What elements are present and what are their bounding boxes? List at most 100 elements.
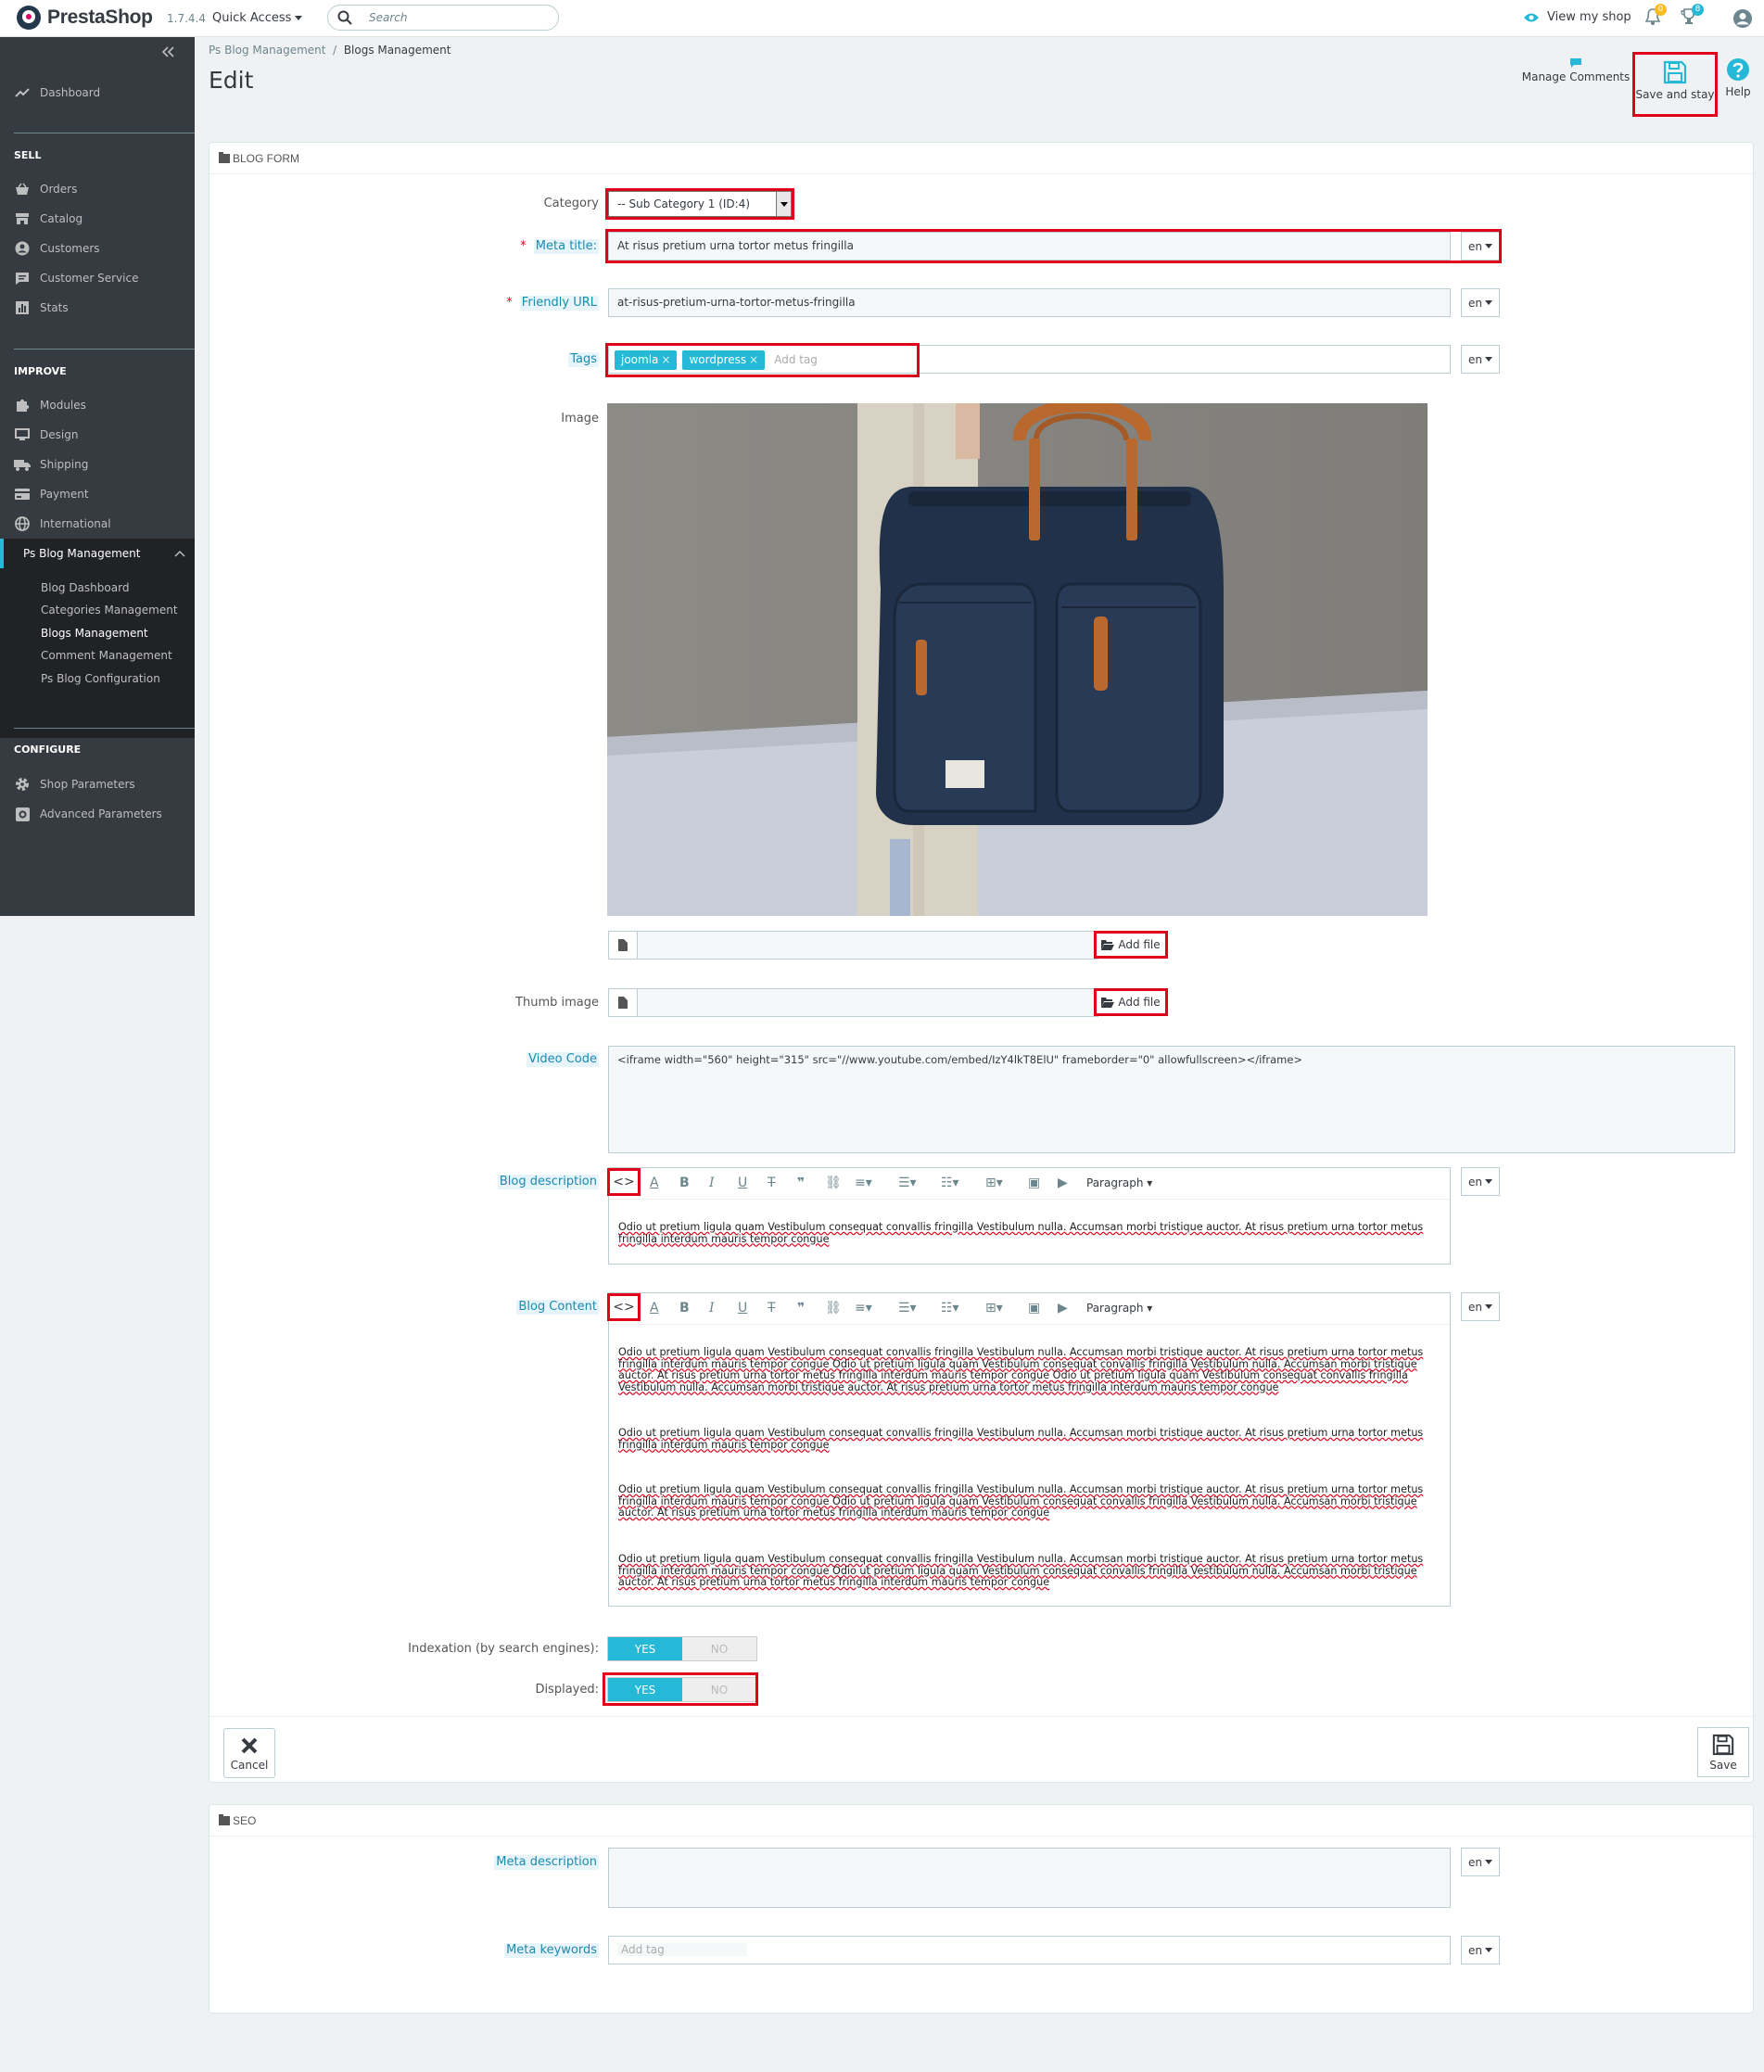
source-code-icon[interactable]: <> bbox=[607, 1168, 641, 1196]
align-left-icon[interactable]: ≡▾ bbox=[855, 1176, 872, 1190]
meta-keywords-lang-dropdown[interactable]: en bbox=[1461, 1936, 1500, 1964]
sidebar-item-customer-service[interactable]: Customer Service bbox=[0, 263, 195, 293]
submenu-comment-management[interactable]: Comment Management bbox=[41, 649, 172, 662]
sidebar-label-payment: Payment bbox=[40, 488, 89, 501]
cancel-button[interactable]: Cancel bbox=[223, 1728, 275, 1778]
help-button[interactable]: Help bbox=[1721, 57, 1755, 98]
description-text: Odio ut pretium ligula quam Vestibulum c… bbox=[618, 1221, 1424, 1245]
tags-lang-dropdown[interactable]: en bbox=[1461, 345, 1500, 374]
tag-remove-icon[interactable]: × bbox=[661, 353, 670, 366]
friendly-url-input[interactable]: at-risus-pretium-urna-tortor-metus-fring… bbox=[608, 288, 1451, 317]
table-icon[interactable]: ⊞▾ bbox=[985, 1176, 1003, 1190]
sidebar-item-advanced-parameters[interactable]: Advanced Parameters bbox=[0, 799, 195, 829]
submenu-categories-management[interactable]: Categories Management bbox=[41, 604, 178, 617]
text-color-icon[interactable]: A bbox=[650, 1301, 659, 1316]
folder-open-icon bbox=[1101, 997, 1115, 1008]
displayed-no-option[interactable]: NO bbox=[682, 1678, 756, 1701]
source-code-icon[interactable]: <> bbox=[607, 1293, 641, 1321]
search-input[interactable]: Search bbox=[327, 5, 559, 31]
sidebar-item-ps-blog-management[interactable]: Ps Blog Management bbox=[0, 539, 195, 568]
bold-icon[interactable]: B bbox=[679, 1176, 690, 1190]
meta-title-lang-dropdown[interactable]: en bbox=[1461, 232, 1500, 261]
sidebar-item-design[interactable]: Design bbox=[0, 420, 195, 450]
sidebar-item-stats[interactable]: Stats bbox=[0, 293, 195, 323]
breadcrumb-ps-blog[interactable]: Ps Blog Management bbox=[209, 44, 325, 57]
quick-access-dropdown[interactable]: Quick Access bbox=[212, 11, 303, 25]
collapse-sidebar-button[interactable] bbox=[161, 46, 174, 57]
media-icon[interactable]: ▶ bbox=[1058, 1176, 1068, 1190]
save-and-stay-label: Save and stay bbox=[1635, 88, 1715, 101]
prestashop-logo[interactable]: PrestaShop bbox=[17, 6, 153, 30]
basket-icon bbox=[16, 183, 29, 195]
meta-title-input[interactable]: At risus pretium urna tortor metus fring… bbox=[608, 232, 1451, 261]
meta-title-label: * Meta title: bbox=[520, 239, 599, 254]
save-button[interactable]: Save bbox=[1697, 1727, 1749, 1777]
lang-label: en bbox=[1468, 1855, 1482, 1869]
table-icon[interactable]: ⊞▾ bbox=[985, 1301, 1003, 1316]
meta-keywords-input[interactable]: Add tag bbox=[608, 1936, 1451, 1964]
strikethrough-icon[interactable]: T bbox=[768, 1301, 776, 1316]
italic-icon[interactable]: I bbox=[709, 1176, 715, 1190]
blog-description-editor[interactable]: <> A B I U T ❞ ⛓ ≡▾ ☰▾ ☷▾ ⊞▾ ▣ ▶ Paragra… bbox=[607, 1167, 1451, 1265]
tag-remove-icon[interactable]: × bbox=[749, 353, 758, 366]
thumb-add-file-button[interactable]: Add file bbox=[1094, 988, 1168, 1016]
category-select[interactable]: -- Sub Category 1 (ID:4) bbox=[608, 191, 792, 217]
strikethrough-icon[interactable]: T bbox=[768, 1176, 776, 1190]
meta-description-textarea[interactable] bbox=[608, 1848, 1451, 1908]
view-shop-link[interactable]: View my shop bbox=[1523, 10, 1631, 24]
displayed-yes-option[interactable]: YES bbox=[608, 1678, 682, 1701]
sidebar-item-shipping[interactable]: Shipping bbox=[0, 450, 195, 479]
folder-icon bbox=[219, 151, 230, 163]
video-code-textarea[interactable]: <iframe width="560" height="315" src="//… bbox=[608, 1046, 1735, 1153]
blockquote-icon[interactable]: ❞ bbox=[797, 1301, 805, 1316]
numbered-list-icon[interactable]: ☷▾ bbox=[941, 1301, 959, 1316]
blog-content-editor[interactable]: <> A B I U T ❞ ⛓ ≡▾ ☰▾ ☷▾ ⊞▾ ▣ ▶ Paragra… bbox=[607, 1292, 1451, 1607]
sidebar-item-catalog[interactable]: Catalog bbox=[0, 204, 195, 234]
link-icon[interactable]: ⛓ bbox=[825, 1176, 842, 1190]
indexation-switch[interactable]: YES NO bbox=[607, 1636, 757, 1661]
sidebar-item-dashboard[interactable]: Dashboard bbox=[0, 78, 195, 108]
image-icon[interactable]: ▣ bbox=[1028, 1176, 1040, 1190]
media-icon[interactable]: ▶ bbox=[1058, 1301, 1068, 1316]
sidebar-item-orders[interactable]: Orders bbox=[0, 174, 195, 204]
account-button[interactable] bbox=[1732, 8, 1753, 29]
friendly-url-lang-dropdown[interactable]: en bbox=[1461, 288, 1500, 317]
numbered-list-icon[interactable]: ☷▾ bbox=[941, 1176, 959, 1190]
paragraph-format-dropdown[interactable]: Paragraph ▾ bbox=[1086, 1176, 1152, 1189]
bullet-list-icon[interactable]: ☰▾ bbox=[898, 1301, 917, 1316]
notifications-button[interactable]: 0 bbox=[1645, 4, 1667, 26]
save-and-stay-button[interactable]: Save and stay bbox=[1632, 52, 1718, 117]
link-icon[interactable]: ⛓ bbox=[825, 1301, 842, 1316]
orders-button[interactable]: 8 bbox=[1681, 4, 1704, 26]
sidebar-item-payment[interactable]: Payment bbox=[0, 479, 195, 509]
sidebar-item-customers[interactable]: Customers bbox=[0, 234, 195, 263]
sidebar-item-modules[interactable]: Modules bbox=[0, 390, 195, 420]
indexation-no-option[interactable]: NO bbox=[682, 1637, 756, 1660]
indexation-yes-option[interactable]: YES bbox=[608, 1637, 682, 1660]
underline-icon[interactable]: U bbox=[738, 1176, 747, 1190]
submenu-blog-dashboard[interactable]: Blog Dashboard bbox=[41, 581, 129, 594]
meta-description-lang-dropdown[interactable]: en bbox=[1461, 1848, 1500, 1876]
submenu-ps-blog-configuration[interactable]: Ps Blog Configuration bbox=[41, 672, 160, 685]
tag-placeholder: Add tag bbox=[774, 353, 818, 366]
bold-icon[interactable]: B bbox=[679, 1301, 690, 1316]
blockquote-icon[interactable]: ❞ bbox=[797, 1176, 805, 1190]
sidebar-item-shop-parameters[interactable]: Shop Parameters bbox=[0, 769, 195, 799]
sidebar-item-international[interactable]: International bbox=[0, 509, 195, 539]
content-lang-dropdown[interactable]: en bbox=[1461, 1292, 1500, 1321]
displayed-switch[interactable]: YES NO bbox=[607, 1677, 757, 1702]
thumb-file-input[interactable] bbox=[608, 988, 1098, 1017]
paragraph-format-dropdown[interactable]: Paragraph ▾ bbox=[1086, 1302, 1152, 1315]
bullet-list-icon[interactable]: ☰▾ bbox=[898, 1176, 917, 1190]
underline-icon[interactable]: U bbox=[738, 1301, 747, 1316]
italic-icon[interactable]: I bbox=[709, 1301, 715, 1316]
tags-input[interactable]: joomla × wordpress × Add tag bbox=[608, 345, 1451, 374]
text-color-icon[interactable]: A bbox=[650, 1176, 659, 1190]
description-lang-dropdown[interactable]: en bbox=[1461, 1167, 1500, 1196]
image-file-input[interactable] bbox=[608, 931, 1098, 960]
align-left-icon[interactable]: ≡▾ bbox=[855, 1301, 872, 1316]
image-icon[interactable]: ▣ bbox=[1028, 1301, 1040, 1316]
image-add-file-button[interactable]: Add file bbox=[1094, 931, 1168, 959]
submenu-blogs-management[interactable]: Blogs Management bbox=[41, 627, 148, 640]
manage-comments-button[interactable]: Manage Comments bbox=[1520, 57, 1631, 83]
